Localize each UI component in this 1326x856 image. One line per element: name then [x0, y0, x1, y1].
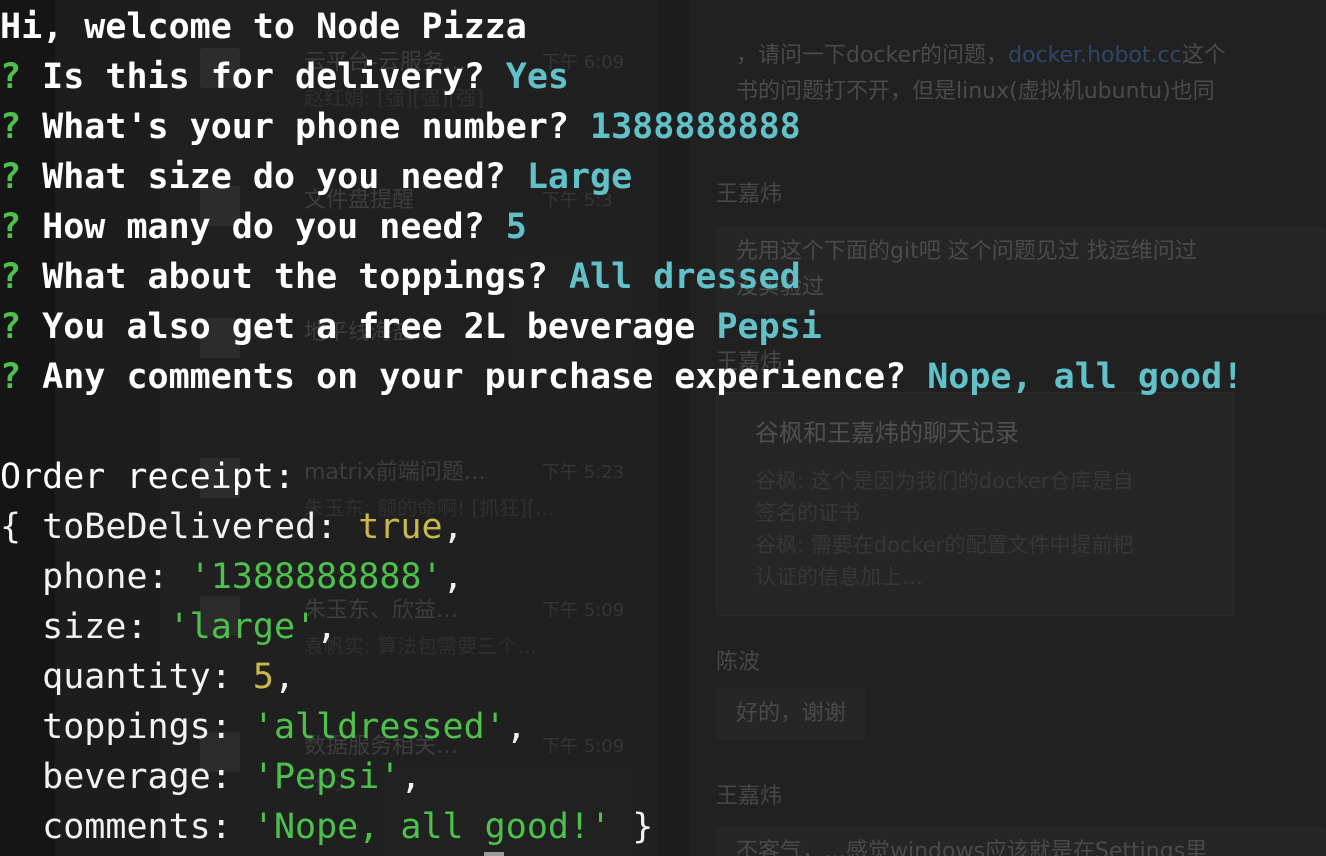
question-marker: ? [0, 257, 22, 297]
comma: , [442, 557, 464, 597]
receipt-value: 'Nope, all good!' [252, 807, 612, 847]
question-text: What size do you need? [42, 157, 506, 197]
comma: , [316, 607, 338, 647]
question-text: What's your phone number? [42, 107, 569, 147]
prompt-line: ? What about the toppings? All dressed [0, 252, 801, 302]
receipt-heading: Order receipt: [0, 457, 296, 497]
greeting-line: Hi, welcome to Node Pizza [0, 7, 527, 47]
receipt-value: '1388888888' [189, 557, 443, 597]
prompt-line: ? You also get a free 2L beverage Pepsi [0, 302, 822, 352]
question-marker: ? [0, 57, 22, 97]
receipt-value: true [358, 507, 443, 547]
question-marker: ? [0, 307, 22, 347]
answer-text: Yes [505, 57, 569, 97]
prompt-line: ? What size do you need? Large [0, 152, 632, 202]
comma: , [273, 657, 296, 697]
question-text: You also get a free 2L beverage [42, 307, 696, 347]
colon: : [210, 757, 253, 797]
receipt-value: 'alldressed' [252, 707, 506, 747]
answer-text: Large [526, 157, 633, 197]
receipt-value: 'large' [168, 607, 317, 647]
comma: , [505, 707, 527, 747]
answer-text: 1388888888 [590, 107, 801, 147]
receipt-value: 5 [252, 657, 274, 697]
receipt-value: 'Pepsi' [252, 757, 401, 797]
prompt-line: ? How many do you need? 5 [0, 202, 527, 252]
receipt-key: quantity [42, 657, 211, 697]
receipt-field: size: 'large', [0, 602, 337, 652]
answer-text: Nope, all good! [927, 357, 1244, 397]
terminal-output: Hi, welcome to Node Pizza ? Is this for … [0, 0, 1326, 856]
receipt-key: phone [42, 557, 148, 597]
receipt-key: toBeDelivered [42, 507, 317, 547]
terminal-cursor [484, 852, 504, 856]
question-marker: ? [0, 157, 22, 197]
comma: , [400, 757, 422, 797]
answer-text: All dressed [568, 257, 801, 297]
receipt-field: toppings: 'alldressed', [0, 702, 527, 752]
receipt-field: quantity: 5, [0, 652, 295, 702]
prompt-line: ? Any comments on your purchase experien… [0, 352, 1243, 402]
colon: : [210, 657, 253, 697]
screen: 云平台-云服务… 下午 6:09 赵红娟: [强][强][强] 文件盘提醒 下午… [0, 0, 1326, 856]
colon: : [210, 707, 253, 747]
brace-close: } [611, 807, 654, 847]
receipt-key: size [42, 607, 127, 647]
comma: , [442, 507, 464, 547]
answer-text: 5 [505, 207, 527, 247]
colon: : [316, 507, 359, 547]
receipt-key: beverage [42, 757, 211, 797]
question-marker: ? [0, 207, 22, 247]
colon: : [147, 557, 190, 597]
receipt-field: { toBeDelivered: true, [0, 502, 464, 552]
receipt-field: beverage: 'Pepsi', [0, 752, 421, 802]
receipt-field: phone: '1388888888', [0, 552, 464, 602]
question-text: What about the toppings? [42, 257, 548, 297]
receipt-field: comments: 'Nope, all good!' } [0, 802, 653, 852]
prompt-line: ? What's your phone number? 1388888888 [0, 102, 801, 152]
receipt-key: toppings [42, 707, 211, 747]
colon: : [210, 807, 253, 847]
question-marker: ? [0, 107, 22, 147]
colon: : [126, 607, 169, 647]
question-text: Any comments on your purchase experience… [42, 357, 907, 397]
prompt-line: ? Is this for delivery? Yes [0, 52, 569, 102]
question-marker: ? [0, 357, 22, 397]
brace-open: { [0, 507, 43, 547]
answer-text: Pepsi [716, 307, 822, 347]
question-text: How many do you need? [42, 207, 485, 247]
receipt-key: comments [42, 807, 211, 847]
question-text: Is this for delivery? [42, 57, 485, 97]
